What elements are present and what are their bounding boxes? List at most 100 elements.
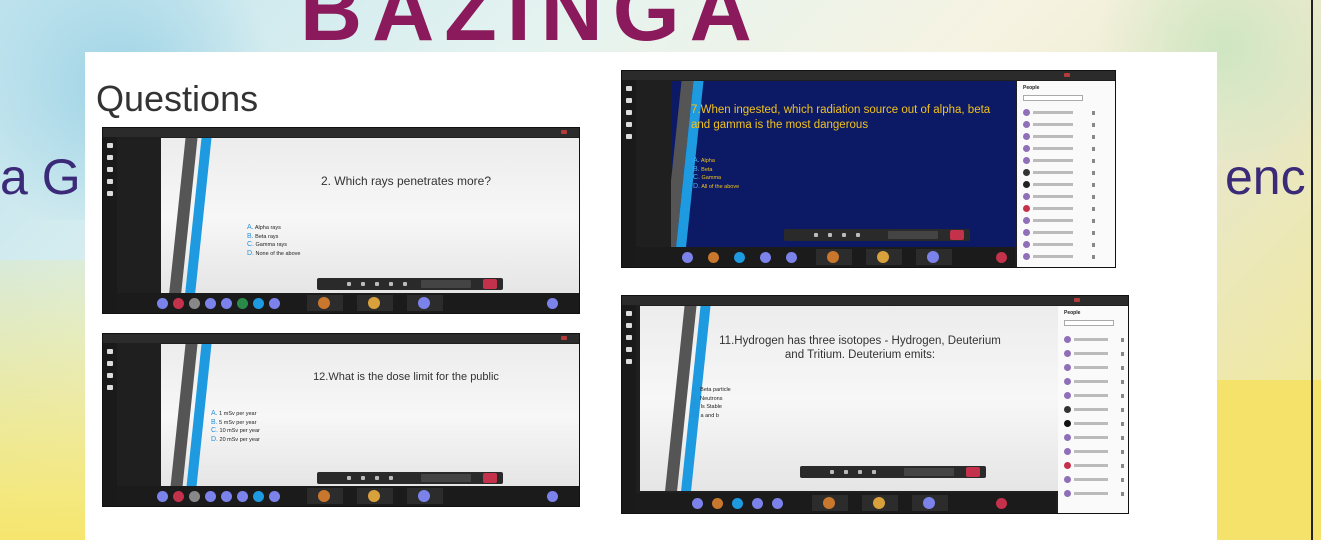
participant-avatar[interactable] bbox=[996, 498, 1007, 509]
teams-icon[interactable] bbox=[107, 167, 113, 172]
participant-row[interactable] bbox=[1064, 462, 1126, 470]
video-tile[interactable] bbox=[307, 295, 343, 311]
participant-row[interactable] bbox=[1064, 364, 1126, 372]
calendar-icon[interactable] bbox=[626, 347, 632, 352]
chat-icon[interactable] bbox=[107, 155, 113, 160]
participant-avatar[interactable] bbox=[205, 298, 216, 309]
camera-icon[interactable] bbox=[347, 282, 351, 286]
participant-row[interactable] bbox=[1023, 145, 1097, 153]
participant-row[interactable] bbox=[1023, 109, 1097, 117]
video-tile[interactable] bbox=[862, 495, 898, 511]
participant-avatar[interactable] bbox=[269, 491, 280, 502]
calls-icon[interactable] bbox=[626, 359, 632, 364]
video-tile[interactable] bbox=[816, 249, 852, 265]
request-control-button[interactable] bbox=[421, 280, 471, 288]
participant-row[interactable] bbox=[1064, 490, 1126, 498]
participant-avatar[interactable] bbox=[157, 298, 168, 309]
mic-icon[interactable] bbox=[844, 470, 848, 474]
participant-avatar[interactable] bbox=[205, 491, 216, 502]
participant-row[interactable] bbox=[1023, 241, 1097, 249]
participant-row[interactable] bbox=[1064, 434, 1126, 442]
teams-icon[interactable] bbox=[626, 335, 632, 340]
video-tile[interactable] bbox=[407, 488, 443, 504]
participant-avatar[interactable] bbox=[752, 498, 763, 509]
video-tile[interactable] bbox=[812, 495, 848, 511]
video-tile[interactable] bbox=[912, 495, 948, 511]
video-tile[interactable] bbox=[866, 249, 902, 265]
calls-icon[interactable] bbox=[107, 191, 113, 196]
chat-icon[interactable] bbox=[107, 361, 113, 366]
participant-row[interactable] bbox=[1064, 406, 1126, 414]
video-tile[interactable] bbox=[916, 249, 952, 265]
teams-icon[interactable] bbox=[107, 373, 113, 378]
more-icon[interactable] bbox=[872, 470, 876, 474]
participant-row[interactable] bbox=[1064, 336, 1126, 344]
chat-icon[interactable] bbox=[626, 323, 632, 328]
participant-row[interactable] bbox=[1023, 121, 1097, 129]
more-icon[interactable] bbox=[389, 476, 393, 480]
request-control-button[interactable] bbox=[904, 468, 954, 476]
camera-icon[interactable] bbox=[830, 470, 834, 474]
participant-row[interactable] bbox=[1064, 350, 1126, 358]
participant-avatar[interactable] bbox=[732, 498, 743, 509]
people-search-input[interactable] bbox=[1064, 320, 1114, 326]
activity-icon[interactable] bbox=[107, 349, 113, 354]
share-icon[interactable] bbox=[375, 476, 379, 480]
share-icon[interactable] bbox=[842, 233, 846, 237]
participant-avatar[interactable] bbox=[157, 491, 168, 502]
participant-row[interactable] bbox=[1064, 392, 1126, 400]
participant-avatar[interactable] bbox=[734, 252, 745, 263]
mic-icon[interactable] bbox=[828, 233, 832, 237]
mic-icon[interactable] bbox=[361, 282, 365, 286]
participant-avatar[interactable] bbox=[682, 252, 693, 263]
video-tile[interactable] bbox=[357, 295, 393, 311]
participant-row[interactable] bbox=[1023, 157, 1097, 165]
window-close-icon[interactable] bbox=[561, 130, 567, 134]
video-tile[interactable] bbox=[357, 488, 393, 504]
share-icon[interactable] bbox=[375, 282, 379, 286]
participant-avatar[interactable] bbox=[712, 498, 723, 509]
participant-row[interactable] bbox=[1023, 181, 1097, 189]
calendar-icon[interactable] bbox=[107, 385, 113, 390]
phone-hangup-icon[interactable] bbox=[950, 230, 964, 240]
participant-row[interactable] bbox=[1064, 420, 1126, 428]
participant-avatar[interactable] bbox=[996, 252, 1007, 263]
window-close-icon[interactable] bbox=[1064, 73, 1070, 77]
calls-icon[interactable] bbox=[626, 134, 632, 139]
participant-avatar[interactable] bbox=[547, 298, 558, 309]
participants-icon[interactable] bbox=[403, 282, 407, 286]
request-control-button[interactable] bbox=[421, 474, 471, 482]
camera-icon[interactable] bbox=[814, 233, 818, 237]
people-search-input[interactable] bbox=[1023, 95, 1083, 101]
participant-row[interactable] bbox=[1023, 193, 1097, 201]
participant-avatar[interactable] bbox=[708, 252, 719, 263]
participant-row[interactable] bbox=[1064, 448, 1126, 456]
participant-avatar[interactable] bbox=[253, 491, 264, 502]
request-control-button[interactable] bbox=[888, 231, 938, 239]
calendar-icon[interactable] bbox=[107, 179, 113, 184]
chat-icon[interactable] bbox=[626, 98, 632, 103]
participant-avatar[interactable] bbox=[173, 491, 184, 502]
mic-icon[interactable] bbox=[361, 476, 365, 480]
window-close-icon[interactable] bbox=[1074, 298, 1080, 302]
participant-avatar[interactable] bbox=[189, 298, 200, 309]
participant-row[interactable] bbox=[1023, 133, 1097, 141]
participant-avatar[interactable] bbox=[786, 252, 797, 263]
participant-row[interactable] bbox=[1064, 378, 1126, 386]
more-icon[interactable] bbox=[856, 233, 860, 237]
participant-avatar[interactable] bbox=[269, 298, 280, 309]
participant-avatar[interactable] bbox=[173, 298, 184, 309]
participant-avatar[interactable] bbox=[237, 491, 248, 502]
participant-row[interactable] bbox=[1064, 476, 1126, 484]
participant-row[interactable] bbox=[1023, 217, 1097, 225]
activity-icon[interactable] bbox=[626, 86, 632, 91]
participant-avatar[interactable] bbox=[547, 491, 558, 502]
video-tile[interactable] bbox=[407, 295, 443, 311]
calendar-icon[interactable] bbox=[626, 122, 632, 127]
participant-avatar[interactable] bbox=[253, 298, 264, 309]
camera-icon[interactable] bbox=[347, 476, 351, 480]
video-tile[interactable] bbox=[307, 488, 343, 504]
participant-row[interactable] bbox=[1023, 253, 1097, 261]
participant-avatar[interactable] bbox=[189, 491, 200, 502]
teams-icon[interactable] bbox=[626, 110, 632, 115]
